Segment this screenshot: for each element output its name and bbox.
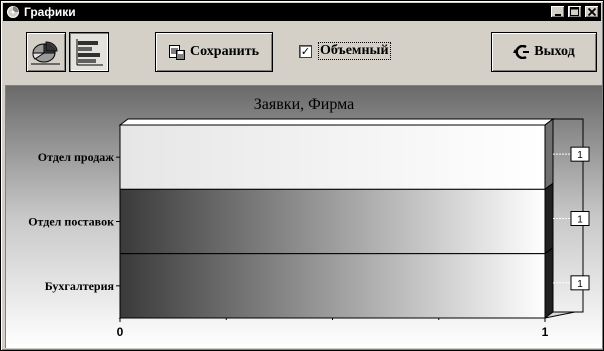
category-label: Отдел поставок xyxy=(28,215,114,229)
save-label: Сохранить xyxy=(190,44,259,59)
minimize-button[interactable] xyxy=(550,5,565,18)
bar-top-face xyxy=(118,118,555,126)
maximize-icon xyxy=(570,7,579,16)
bar-chart-button[interactable] xyxy=(69,32,109,72)
exit-label: Выход xyxy=(534,44,575,59)
graphs-window: Графики Сохранить ✓ Объемный Выход Заявк… xyxy=(0,0,604,351)
app-icon xyxy=(6,5,20,19)
category-label: Бухгалтерия xyxy=(45,279,115,293)
exit-icon xyxy=(513,45,530,59)
bar-chart: Заявки, Фирма Отдел продаж 1 Отдел поставо… xyxy=(6,86,602,348)
chart-panel: Заявки, Фирма Отдел продаж 1 Отдел поставо… xyxy=(5,85,602,348)
volumetric-checkbox[interactable]: ✓ Объемный xyxy=(299,42,391,60)
exit-button[interactable]: Выход xyxy=(491,32,597,72)
bar-side-face xyxy=(544,246,554,319)
title-bar[interactable]: Графики xyxy=(3,3,601,21)
pie-chart-icon xyxy=(31,41,60,65)
close-button[interactable] xyxy=(584,5,599,18)
data-label: 1 xyxy=(577,150,583,161)
pie-chart-button[interactable] xyxy=(26,32,66,72)
save-button[interactable]: Сохранить xyxy=(155,32,273,72)
volumetric-label: Объемный xyxy=(318,42,391,60)
x-tick-label: 0 xyxy=(117,325,124,339)
x-tick-label: 1 xyxy=(542,325,549,339)
data-label: 1 xyxy=(577,215,583,226)
window-controls xyxy=(548,5,599,18)
bar-chart-icon xyxy=(76,39,103,66)
toolbar: Сохранить ✓ Объемный Выход xyxy=(3,22,601,82)
window-title: Графики xyxy=(24,5,76,19)
save-icon xyxy=(169,44,186,60)
volumetric-checkbox-box[interactable]: ✓ xyxy=(299,44,312,58)
category-label: Отдел продаж xyxy=(38,150,115,164)
bar xyxy=(119,188,546,255)
maximize-button[interactable] xyxy=(567,5,582,18)
close-icon xyxy=(587,7,596,16)
checkmark-icon: ✓ xyxy=(300,44,311,58)
data-label: 1 xyxy=(577,279,583,290)
minimize-icon xyxy=(554,13,561,16)
chart-title: Заявки, Фирма xyxy=(254,96,354,113)
bar-side-face xyxy=(544,118,554,191)
bar xyxy=(119,253,546,319)
bar-side-face xyxy=(544,182,554,255)
bar xyxy=(119,124,546,190)
